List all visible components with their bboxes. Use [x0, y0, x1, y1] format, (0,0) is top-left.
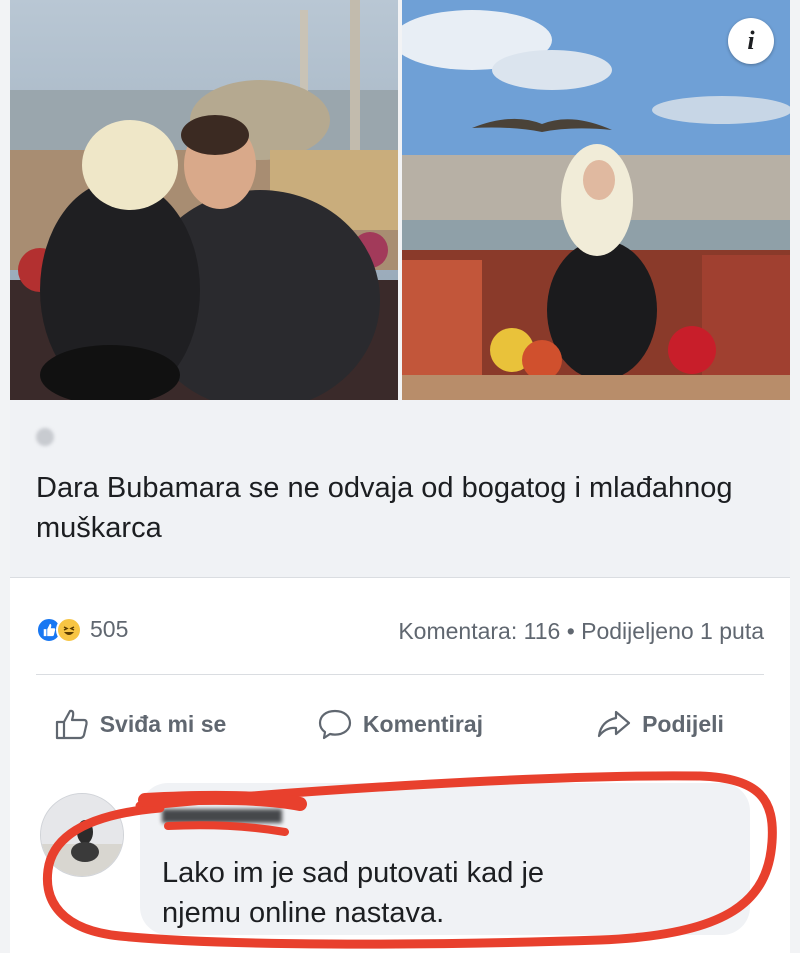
share-arrow-icon	[597, 710, 631, 738]
like-button-label: Sviđa mi se	[99, 710, 227, 737]
comment-button[interactable]: Komentiraj	[270, 675, 530, 773]
comment-bubble-icon	[318, 709, 352, 740]
share-button[interactable]: Podijeli	[530, 675, 790, 773]
post-photos: i	[10, 0, 790, 400]
comment-text: Lako im je sad putovati kad je njemu onl…	[162, 853, 544, 933]
comment-bubble[interactable]: Lako im je sad putovati kad je njemu onl…	[140, 783, 750, 935]
comment-author-redacted	[162, 809, 282, 823]
avatar[interactable]	[40, 793, 124, 877]
comment-section: Lako im je sad putovati kad je njemu onl…	[10, 773, 790, 953]
link-preview-card[interactable]: Dara Bubamara se ne odvaja od bogatog i …	[10, 400, 790, 578]
like-button[interactable]: Sviđa mi se	[10, 675, 270, 773]
post-headline[interactable]: Dara Bubamara se ne odvaja od bogatog i …	[36, 468, 776, 548]
comment-text-line1: Lako im je sad putovati kad je	[162, 857, 545, 889]
share-button-label: Podijeli	[642, 710, 724, 737]
source-row	[36, 428, 109, 446]
source-favicon	[36, 428, 54, 446]
woman-photo-image	[402, 0, 790, 400]
comment-button-label: Komentiraj	[362, 710, 484, 737]
reactions-bar: 505 Komentara: 116 • Podijeljeno 1 puta	[10, 578, 790, 678]
couple-photo-image	[10, 0, 398, 400]
thumbs-up-icon	[55, 709, 88, 740]
photo-left[interactable]	[10, 0, 398, 400]
comments-shares-count[interactable]: Komentara: 116 • Podijeljeno 1 puta	[398, 618, 764, 645]
source-name-redacted	[62, 429, 109, 445]
info-icon[interactable]: i	[728, 18, 774, 64]
haha-icon	[56, 616, 82, 643]
comment-text-line2: njemu online nastava.	[162, 897, 445, 929]
action-bar: Sviđa mi se Komentiraj Podijeli	[10, 675, 790, 773]
reaction-count: 505	[90, 616, 129, 642]
photo-right[interactable]: i	[402, 0, 790, 400]
reactions-summary[interactable]: 505	[36, 616, 128, 643]
